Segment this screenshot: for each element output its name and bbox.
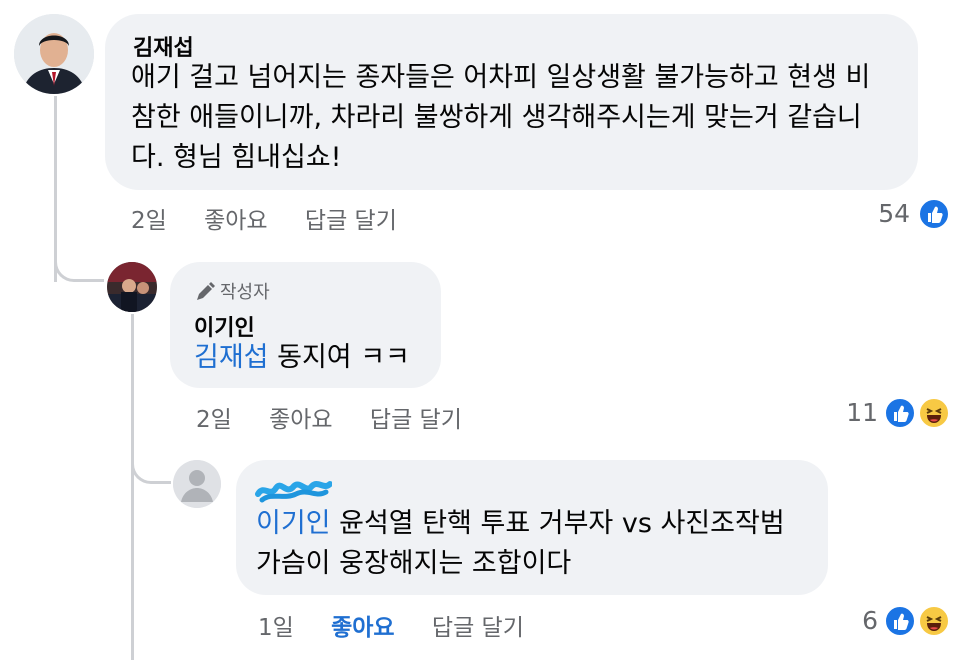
author-badge: 작성자 <box>194 278 270 304</box>
like-button[interactable]: 좋아요 <box>331 608 394 642</box>
reply-button[interactable]: 답글 달기 <box>370 400 462 434</box>
comment-text-line: 가슴이 웅장해지는 조합이다 <box>256 548 572 579</box>
author-badge-label: 작성자 <box>220 282 270 303</box>
like-icon <box>918 198 950 230</box>
thread-curve-reply2 <box>131 420 171 484</box>
comment-text-body: 동지여 ㅋㅋ <box>268 342 410 373</box>
comment-text: 김재섭 동지여 ㅋㅋ <box>194 338 410 378</box>
mention-link[interactable]: 이기인 <box>256 508 331 539</box>
default-avatar-icon[interactable] <box>173 460 221 508</box>
reply-button[interactable]: 답글 달기 <box>305 201 397 235</box>
reaction-count[interactable]: 6 <box>838 606 878 635</box>
avatar-kim[interactable] <box>14 14 94 94</box>
reply-actions: 2일 좋아요 답글 달기 <box>196 400 462 434</box>
redacted-name <box>255 481 332 503</box>
comment-text-line: 다. 형님 힘내십쇼! <box>131 142 342 173</box>
avatar-lee[interactable] <box>107 262 157 312</box>
comment-text-line: 참한 애들이니까, 차라리 불쌍하게 생각해주시는게 맞는거 같습니 <box>131 102 862 133</box>
mention-link[interactable]: 김재섭 <box>194 342 269 373</box>
comment-time[interactable]: 2일 <box>131 201 167 235</box>
comment-bubble: 김재섭 애기 걸고 넘어지는 종자들은 어차피 일상생활 불가능하고 현생 비 … <box>105 14 918 190</box>
reply-bubble: 이기인 윤석열 탄핵 투표 거부자 vs 사진조작범 가슴이 웅장해지는 조합이… <box>236 460 828 595</box>
haha-icon <box>918 397 950 429</box>
like-button[interactable]: 좋아요 <box>269 400 332 434</box>
haha-icon <box>918 605 950 637</box>
like-button[interactable]: 좋아요 <box>204 201 267 235</box>
pen-icon <box>197 282 215 300</box>
comment-text-body: 윤석열 탄핵 투표 거부자 vs 사진조작범 <box>330 508 785 539</box>
like-icon <box>884 397 916 429</box>
reaction-count[interactable]: 54 <box>850 199 910 228</box>
reply-bubble: 작성자 이기인 김재섭 동지여 ㅋㅋ <box>170 262 441 388</box>
like-icon <box>884 605 916 637</box>
reply-actions: 1일 좋아요 답글 달기 <box>258 608 524 642</box>
comment-actions: 2일 좋아요 답글 달기 <box>131 201 397 235</box>
thread-line-reply <box>131 314 134 660</box>
comment-text-line: 이기인 윤석열 탄핵 투표 거부자 vs 사진조작범 <box>256 504 785 544</box>
comment-text-line: 애기 걸고 넘어지는 종자들은 어차피 일상생활 불가능하고 현생 비 <box>131 62 871 93</box>
thread-curve-reply1 <box>54 230 104 282</box>
reaction-count[interactable]: 11 <box>830 398 878 427</box>
comment-time[interactable]: 1일 <box>258 608 294 642</box>
comment-time[interactable]: 2일 <box>196 400 232 434</box>
reply-button[interactable]: 답글 달기 <box>432 608 524 642</box>
